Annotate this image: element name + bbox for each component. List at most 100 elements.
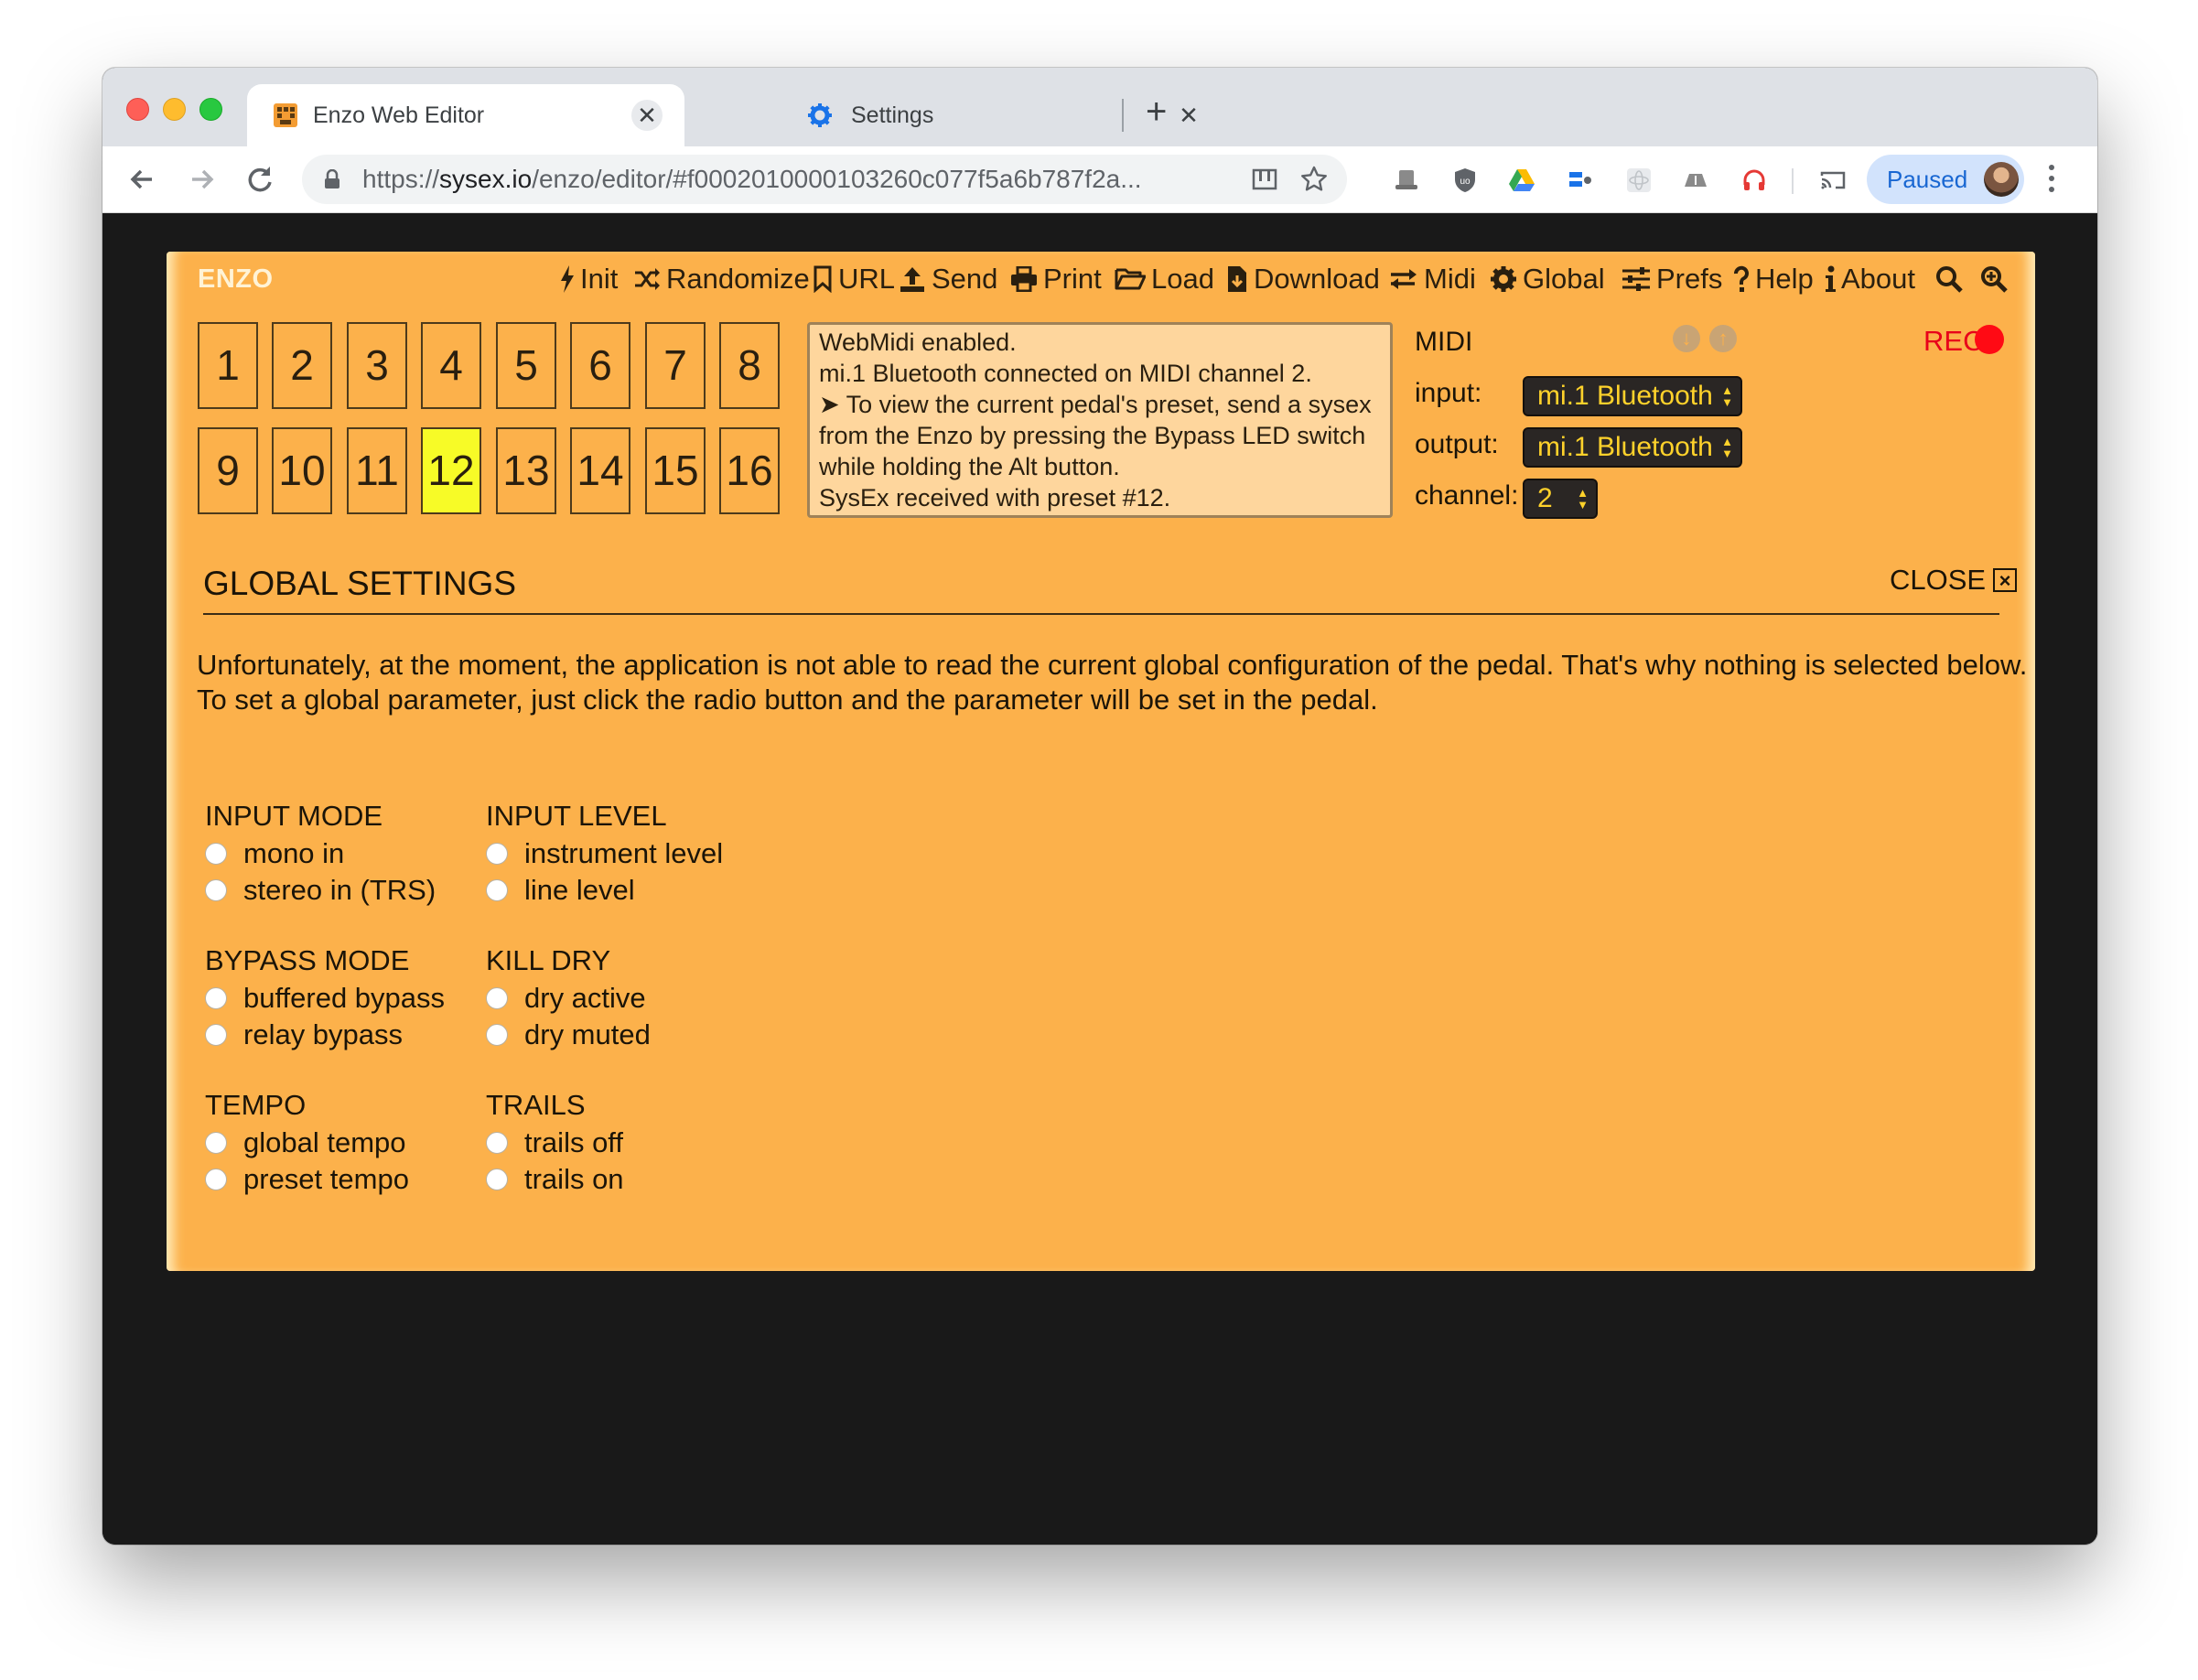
radio-button[interactable] <box>205 1168 227 1190</box>
back-arrow-icon[interactable] <box>124 161 161 198</box>
preset-button[interactable]: 15 <box>645 427 706 514</box>
tab-close-icon[interactable]: ✕ <box>631 100 663 131</box>
address-bar[interactable]: https://sysex.io/enzo/editor/#f000201000… <box>302 155 1347 204</box>
option-mono-in[interactable]: mono in <box>205 837 344 870</box>
tab-title: Settings <box>851 102 934 128</box>
preset-button[interactable]: 1 <box>198 322 258 409</box>
tab-close-icon[interactable]: ✕ <box>1173 100 1204 131</box>
option-line-level[interactable]: line level <box>486 874 635 907</box>
menu-send[interactable]: Send <box>899 263 997 296</box>
menu-about[interactable]: About <box>1825 263 1915 296</box>
midi-keyboard-icon[interactable] <box>1250 165 1279 194</box>
option-label: mono in <box>243 837 345 869</box>
section-title: GLOBAL SETTINGS <box>203 565 516 602</box>
window-zoom-button[interactable] <box>199 98 222 121</box>
zoom-out-button[interactable] <box>1935 263 1968 296</box>
radio-button[interactable] <box>486 987 508 1009</box>
radio-button[interactable] <box>205 1132 227 1154</box>
option-label: trails off <box>524 1126 623 1158</box>
option-buffered-bypass[interactable]: buffered bypass <box>205 982 445 1015</box>
ublock-shield-icon[interactable]: uo <box>1451 167 1479 194</box>
svg-text:uo: uo <box>1460 177 1471 187</box>
midi-send-icon[interactable]: ↑ <box>1709 325 1737 352</box>
preset-button[interactable]: 6 <box>570 322 630 409</box>
preset-button[interactable]: 5 <box>496 322 556 409</box>
midi-receive-icon[interactable]: ↓ <box>1673 325 1700 352</box>
preset-button[interactable]: 13 <box>496 427 556 514</box>
radio-button[interactable] <box>486 879 508 901</box>
preset-button[interactable]: 4 <box>421 322 481 409</box>
new-tab-button[interactable]: + <box>1146 93 1167 130</box>
forward-arrow-icon[interactable] <box>183 161 220 198</box>
reload-icon[interactable] <box>242 161 278 198</box>
midi-output-select[interactable]: mi.1 Bluetooth ▲ ▼ <box>1523 427 1742 468</box>
radio-button[interactable] <box>486 1168 508 1190</box>
midi-channel-select[interactable]: 2 ▲ ▼ <box>1523 479 1598 519</box>
option-stereo-in[interactable]: stereo in (TRS) <box>205 874 436 907</box>
menu-label: About <box>1841 263 1916 295</box>
radio-button[interactable] <box>486 843 508 865</box>
option-instrument-level[interactable]: instrument level <box>486 837 723 870</box>
option-relay-bypass[interactable]: relay bypass <box>205 1018 403 1051</box>
extension-hat-icon[interactable] <box>1393 167 1420 194</box>
menu-prefs[interactable]: Prefs <box>1622 263 1722 296</box>
preset-button[interactable]: 7 <box>645 322 706 409</box>
menu-download[interactable]: Download <box>1226 263 1380 296</box>
radio-button[interactable] <box>205 1024 227 1046</box>
option-preset-tempo[interactable]: preset tempo <box>205 1163 409 1196</box>
preset-button[interactable]: 11 <box>347 427 407 514</box>
headphones-icon[interactable] <box>1740 167 1768 194</box>
tab-enzo-web-editor[interactable]: Enzo Web Editor ✕ <box>247 84 684 146</box>
option-dry-active[interactable]: dry active <box>486 982 646 1015</box>
menu-init[interactable]: Init <box>560 263 618 296</box>
radio-button[interactable] <box>486 1024 508 1046</box>
preset-button[interactable]: 14 <box>570 427 630 514</box>
preset-button[interactable]: 8 <box>719 322 780 409</box>
extension-road-icon[interactable] <box>1682 167 1709 194</box>
option-trails-on[interactable]: trails on <box>486 1163 624 1196</box>
radio-button[interactable] <box>205 879 227 901</box>
preset-button[interactable]: 9 <box>198 427 258 514</box>
message-log[interactable]: WebMidi enabled. mi.1 Bluetooth connecte… <box>807 322 1393 518</box>
window-minimize-button[interactable] <box>163 98 186 121</box>
rec-button[interactable] <box>1975 325 2004 354</box>
kebab-menu-icon[interactable] <box>2048 165 2055 196</box>
preset-button[interactable]: 10 <box>272 427 332 514</box>
menu-midi[interactable]: Midi <box>1389 263 1476 296</box>
react-devtools-icon[interactable] <box>1625 167 1653 194</box>
menu-label: Randomize <box>666 263 810 295</box>
window-close-button[interactable] <box>126 98 149 121</box>
option-trails-off[interactable]: trails off <box>486 1126 623 1159</box>
menu-load[interactable]: Load <box>1115 263 1214 296</box>
menu-randomize[interactable]: Randomize <box>633 263 810 296</box>
select-arrows-icon: ▲ ▼ <box>1721 435 1733 460</box>
shuffle-icon <box>635 268 660 290</box>
enzo-favicon-icon <box>274 103 297 127</box>
menu-url[interactable]: URL <box>813 263 895 296</box>
radio-button[interactable] <box>205 843 227 865</box>
menu-global[interactable]: Global <box>1490 263 1605 296</box>
sliders-icon <box>1622 267 1650 291</box>
message-line: ➤ To view the current pedal's preset, se… <box>819 391 1372 418</box>
radio-button[interactable] <box>205 987 227 1009</box>
url-host: sysex.io <box>439 165 533 193</box>
option-dry-muted[interactable]: dry muted <box>486 1018 651 1051</box>
extension-tag-icon[interactable] <box>1567 167 1594 194</box>
zoom-in-button[interactable] <box>1980 263 2013 296</box>
profile-button[interactable]: Paused <box>1867 155 2024 204</box>
preset-button[interactable]: 2 <box>272 322 332 409</box>
radio-button[interactable] <box>486 1132 508 1154</box>
cast-icon[interactable] <box>1819 167 1847 194</box>
option-global-tempo[interactable]: global tempo <box>205 1126 406 1159</box>
midi-channel-value: 2 <box>1537 483 1553 513</box>
menu-help[interactable]: Help <box>1733 263 1814 296</box>
preset-button-selected[interactable]: 12 <box>421 427 481 514</box>
close-button[interactable]: CLOSE × <box>1890 564 2018 597</box>
google-drive-icon[interactable] <box>1508 167 1535 194</box>
url-text[interactable]: https://sysex.io/enzo/editor/#f000201000… <box>362 166 1142 193</box>
preset-button[interactable]: 3 <box>347 322 407 409</box>
menu-print[interactable]: Print <box>1010 263 1102 296</box>
preset-button[interactable]: 16 <box>719 427 780 514</box>
star-icon[interactable] <box>1299 165 1329 194</box>
midi-input-select[interactable]: mi.1 Bluetooth ▲ ▼ <box>1523 376 1742 416</box>
